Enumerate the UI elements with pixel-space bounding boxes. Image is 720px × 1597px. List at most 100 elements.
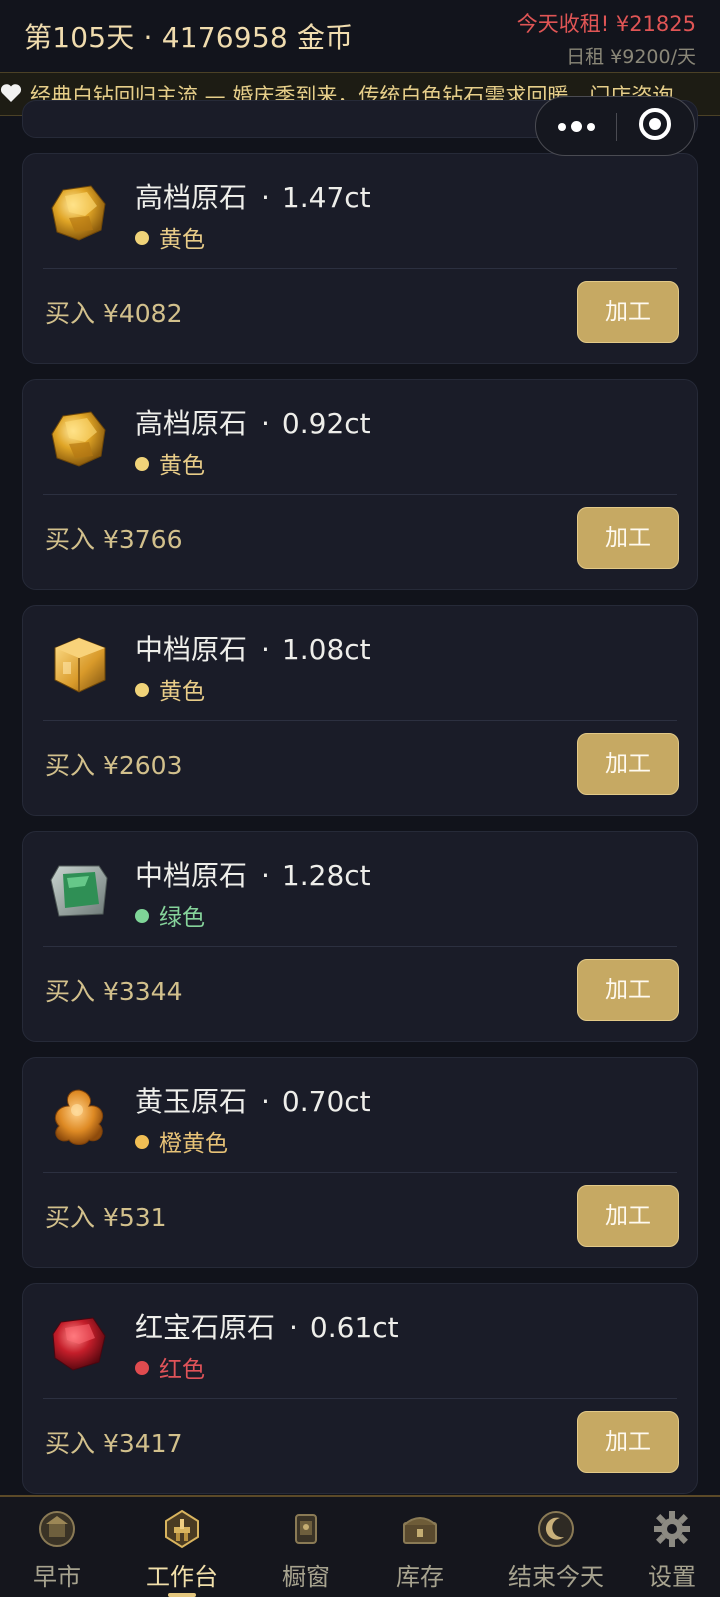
green-gem-icon (49, 860, 109, 922)
process-button[interactable]: 加工 (577, 959, 679, 1021)
color-dot-icon (135, 231, 149, 245)
stone-color: 绿色 (135, 898, 205, 932)
market-icon (37, 1509, 77, 1549)
stone-color: 橙黄色 (135, 1124, 228, 1158)
close-program-icon[interactable] (639, 108, 671, 140)
nav-label: 库存 (396, 1563, 444, 1591)
stone-color: 黄色 (135, 220, 205, 254)
color-label: 橙黄色 (159, 1131, 228, 1157)
title-separator: · (261, 407, 270, 440)
nav-label: 早市 (33, 1563, 81, 1591)
product-card: 高档原石 · 1.47ct 黄色买入 ¥4082 加工 (22, 153, 698, 364)
title-separator: · (261, 181, 270, 214)
top-bar: 第105天 · 4176958 金币 今天收租! ¥21825 日租 ¥9200… (0, 0, 720, 72)
color-label: 红色 (159, 1357, 205, 1383)
product-card: 红宝石原石 · 0.61ct 红色 买入 ¥3417 加工 (22, 1283, 698, 1494)
nav-item[interactable]: 工作台 (127, 1497, 237, 1597)
stone-carat: 0.61ct (309, 1311, 399, 1344)
card-divider (43, 946, 677, 947)
heart-icon (0, 83, 24, 108)
product-card: 高档原石 · 0.92ct 黄色买入 ¥3766 加工 (22, 379, 698, 590)
color-label: 绿色 (159, 905, 205, 931)
stone-title: 中档原石 · 1.28ct (135, 854, 371, 894)
stone-name: 高档原石 (135, 181, 248, 214)
card-divider (43, 720, 677, 721)
card-divider (43, 494, 677, 495)
product-card: 黄玉原石 · 0.70ct 橙黄色买入 ¥531 加工 (22, 1057, 698, 1268)
process-button[interactable]: 加工 (577, 507, 679, 569)
buy-price: 买入 ¥531 (45, 1203, 167, 1232)
stone-color: 黄色 (135, 446, 205, 480)
stone-name: 中档原石 (135, 859, 248, 892)
stone-title: 高档原石 · 1.47ct (135, 176, 371, 216)
color-dot-icon (135, 683, 149, 697)
orange-topaz-gem-icon (49, 1086, 109, 1148)
stone-color: 黄色 (135, 672, 205, 706)
red-ruby-gem-icon (49, 1312, 109, 1374)
active-tab-indicator (168, 1593, 196, 1597)
buy-price: 买入 ¥2603 (45, 751, 183, 780)
color-dot-icon (135, 909, 149, 923)
day-and-gold: 第105天 · 4176958 金币 (24, 21, 354, 54)
color-label: 黄色 (159, 679, 205, 705)
nav-item[interactable]: 库存 (365, 1497, 475, 1597)
nav-label: 橱窗 (282, 1563, 330, 1591)
showcase-icon (286, 1509, 326, 1549)
stone-title: 红宝石原石 · 0.61ct (135, 1306, 399, 1346)
color-dot-icon (135, 1135, 149, 1149)
nav-label: 工作台 (146, 1563, 218, 1591)
storage-chest-icon (400, 1509, 440, 1549)
color-dot-icon (135, 1361, 149, 1375)
daily-rent: 日租 ¥9200/天 (566, 46, 696, 68)
title-separator: · (289, 1311, 298, 1344)
yellow-cube-gem-icon (49, 634, 109, 696)
stone-title: 中档原石 · 1.08ct (135, 628, 371, 668)
more-menu-icon[interactable] (558, 115, 618, 139)
stone-name: 中档原石 (135, 633, 248, 666)
bottom-navigation: 早市 工作台 橱窗 库存 结束今天 设置 (0, 1495, 720, 1597)
stone-carat: 0.92ct (281, 407, 371, 440)
color-label: 黄色 (159, 227, 205, 253)
stone-name: 高档原石 (135, 407, 248, 440)
nav-item[interactable]: 橱窗 (251, 1497, 361, 1597)
buy-price: 买入 ¥3417 (45, 1429, 183, 1458)
stone-carat: 0.70ct (281, 1085, 371, 1118)
product-card: 中档原石 · 1.28ct 绿色买入 ¥3344 加工 (22, 831, 698, 1042)
rough-stone-list: 高档原石 · 1.47ct 黄色 买入 ¥4082 加工 高档原石 · 0.92ct 黄色 买入 ¥… (22, 153, 698, 1509)
product-card: 中档原石 · 1.08ct 黄色买入 ¥2603 加工 (22, 605, 698, 816)
nav-label: 结束今天 (508, 1563, 604, 1591)
yellow-rough-gem-icon (49, 182, 109, 244)
stone-carat: 1.08ct (281, 633, 371, 666)
yellow-rough-gem-icon (49, 408, 109, 470)
buy-price: 买入 ¥3766 (45, 525, 183, 554)
buy-price: 买入 ¥3344 (45, 977, 183, 1006)
title-separator: · (261, 859, 270, 892)
stone-color: 红色 (135, 1350, 205, 1384)
stone-name: 黄玉原石 (135, 1085, 248, 1118)
card-divider (43, 1172, 677, 1173)
moon-end-day-icon (536, 1509, 576, 1549)
process-button[interactable]: 加工 (577, 1411, 679, 1473)
stone-title: 黄玉原石 · 0.70ct (135, 1080, 371, 1120)
process-button[interactable]: 加工 (577, 281, 679, 343)
workbench-icon (162, 1509, 202, 1549)
stone-carat: 1.47ct (281, 181, 371, 214)
nav-item[interactable]: 结束今天 (501, 1497, 611, 1597)
card-divider (43, 268, 677, 269)
process-button[interactable]: 加工 (577, 1185, 679, 1247)
gear-icon (652, 1509, 692, 1549)
rent-collected-notice: 今天收租! ¥21825 (516, 12, 696, 36)
stone-carat: 1.28ct (281, 859, 371, 892)
mini-program-capsule (535, 96, 695, 156)
nav-label: 设置 (648, 1563, 696, 1591)
title-separator: · (261, 1085, 270, 1118)
card-divider (43, 1398, 677, 1399)
color-label: 黄色 (159, 453, 205, 479)
buy-price: 买入 ¥4082 (45, 299, 183, 328)
color-dot-icon (135, 457, 149, 471)
title-separator: · (261, 633, 270, 666)
process-button[interactable]: 加工 (577, 733, 679, 795)
nav-item[interactable]: 早市 (2, 1497, 112, 1597)
nav-item[interactable]: 设置 (617, 1497, 720, 1597)
stone-title: 高档原石 · 0.92ct (135, 402, 371, 442)
